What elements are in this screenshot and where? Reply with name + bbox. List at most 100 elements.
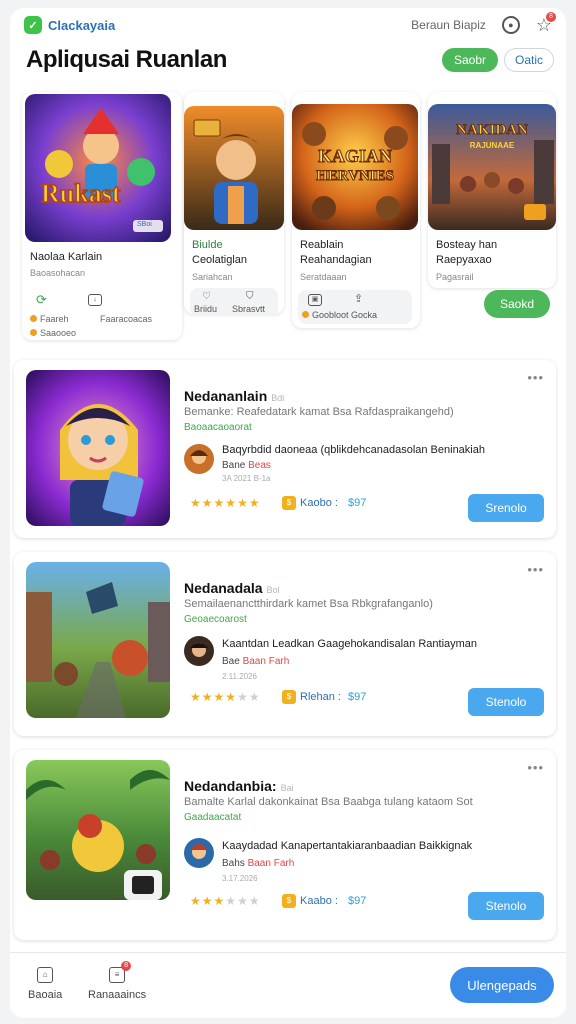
app-card-status-1: Baoaacaoaorat <box>184 422 252 433</box>
featured-card-3[interactable]: KAGIAN HERVNIES Reablain Reahandagian Se… <box>292 92 420 328</box>
top-actions: Beraun Biapiz ● ☆ 8 <box>411 12 556 34</box>
profile-icon[interactable]: ● <box>501 16 520 34</box>
featured-card-4[interactable]: NAKIDAN RAJUNAAE Bosteay han Raepyaxao P… <box>428 92 556 288</box>
brand[interactable]: ✓ Clackayaia <box>24 16 115 34</box>
star-filled-icon: ★ <box>213 496 226 510</box>
star-empty-icon: ★ <box>248 690 261 704</box>
star-filled-icon: ★ <box>201 690 214 704</box>
header-primary-button[interactable]: Saobr <box>442 48 498 72</box>
nav-item-rankings[interactable]: ≡ 8 Ranaaaincs <box>88 961 146 1001</box>
app-card-title-1: Nedananlain Bdi <box>184 388 285 404</box>
more-options-icon[interactable]: ••• <box>527 760 544 775</box>
app-card-3[interactable]: Nedandanbia: Bai ••• Bamalte Karlal dakon… <box>14 750 556 940</box>
notification-badge: 8 <box>546 12 556 22</box>
upload-icon[interactable]: ⇪ <box>354 292 363 305</box>
featured-tags-2: ♡ ⛉ Briidu Sbrasvtt <box>190 288 278 316</box>
more-options-icon[interactable]: ••• <box>527 370 544 385</box>
app-card-title-3: Nedandanbia: Bai <box>184 778 294 794</box>
rating-stars: ★★★★★★ <box>190 690 261 704</box>
rankings-icon: ≡ 8 <box>109 961 132 983</box>
star-filled-icon: ★ <box>248 496 261 510</box>
art-title-line-2: RAJUNAAE <box>470 141 515 150</box>
star-filled-icon: ★ <box>201 496 214 510</box>
app-card-status-3: Gaadaacatat <box>184 812 242 823</box>
app-card-developer-2: Kaantdan Leadkan Gaagehokandisalan Ranti… <box>222 638 478 650</box>
featured-card-2[interactable]: Biulde Ceolatiglan Sariahcan ♡ ⛉ Briidu … <box>184 92 284 316</box>
featured-name-4b: Raepyaxao <box>436 254 492 266</box>
svg-text:Rukast: Rukast <box>41 179 121 208</box>
developer-avatar <box>184 636 214 666</box>
header-secondary-button[interactable]: Oatic <box>504 48 554 72</box>
featured-stat-3: Saaooeo <box>30 328 76 338</box>
star-empty-icon: ★ <box>248 894 261 908</box>
top-bar: ✓ Clackayaia Beraun Biapiz ● ☆ 8 <box>10 8 566 44</box>
refresh-icon[interactable]: ⟳ <box>36 292 47 308</box>
game-art-jungle <box>26 760 170 900</box>
featured-sub-1: Baoasohacan <box>30 268 86 278</box>
app-window: ✓ Clackayaia Beraun Biapiz ● ☆ 8 Apliqusa… <box>10 8 566 1018</box>
bottom-nav: ⌂ Baoaia ≡ 8 Ranaaaincs Ulengepads <box>10 952 566 1018</box>
app-card-title-2: Nedanadala Bol <box>184 580 280 596</box>
price-value: $97 <box>348 497 367 509</box>
app-card-dev-sub-1: Bane Beas <box>222 460 271 471</box>
featured-tags-3: ▣ ⇪ Goobloot Gocka <box>298 290 412 324</box>
featured-name-3: Reablain <box>300 239 344 251</box>
home-icon: ⌂ <box>37 967 54 983</box>
price-tag-icon: $ <box>282 496 296 510</box>
star-filled-icon: ★ <box>225 496 238 510</box>
featured-name-4: Bosteay han <box>436 239 498 251</box>
art-title-line-1: NAKIDAN <box>456 122 528 138</box>
install-button[interactable]: Stenolo <box>468 892 544 920</box>
price-label: Kaabo : <box>300 895 338 907</box>
app-card-date-2: 2.11.2026 <box>222 672 257 681</box>
price-value: $97 <box>348 691 367 703</box>
app-card-desc-2: Semailaenanctthirdark kamet Bsa Rbkgrafa… <box>184 598 433 610</box>
download-icon[interactable]: ↓ <box>88 294 102 306</box>
star-filled-icon: ★ <box>190 496 202 510</box>
star-filled-icon: ★ <box>225 690 238 704</box>
featured-stat-2: Faaracoacas <box>100 314 153 324</box>
featured-card-1[interactable]: Rukast SBoi Naolaa Karlain Baoasohacan ⟳… <box>22 92 182 340</box>
leaf-logo-icon: ✓ <box>24 16 42 34</box>
app-card-image-1 <box>26 370 170 526</box>
developer-avatar <box>184 838 214 868</box>
image-icon[interactable]: ▣ <box>308 294 322 306</box>
app-card-2[interactable]: Nedanadala Bol ••• Semailaenanctthirdark … <box>14 552 556 736</box>
star-filled-icon: ★ <box>190 894 202 908</box>
price-tag-icon: $ <box>282 690 296 704</box>
star-filled-icon: ★ <box>201 894 214 908</box>
featured-sub-2: Sariahcan <box>192 272 233 282</box>
game-art-city-battle: NAKIDAN RAJUNAAE <box>428 104 556 230</box>
nav-item-home[interactable]: ⌂ Baoaia <box>28 967 62 1001</box>
rating-stars: ★★★★★★ <box>190 496 261 510</box>
app-card-desc-3: Bamalte Karlal dakonkainat Bsa Baabga tu… <box>184 796 473 808</box>
heart-icon[interactable]: ♡ <box>202 291 211 302</box>
featured-name-3b: Reahandagian <box>300 254 372 266</box>
developer-avatar <box>184 444 214 474</box>
app-card-1[interactable]: Nedananlain Bdi ••• Bemanke: Reafedatark … <box>14 360 556 538</box>
star-empty-icon: ★ <box>237 894 249 908</box>
star-filled-icon: ★ <box>237 496 249 510</box>
featured-thumbnail-2 <box>184 106 284 230</box>
star-filled-icon: ★ <box>213 894 226 908</box>
install-button[interactable]: Srenolo <box>468 494 544 522</box>
app-card-desc-1: Bemanke: Reafedatark kamat Bsa Rafdaspra… <box>184 406 454 418</box>
featured-name-2b: Ceolatiglan <box>192 254 248 266</box>
top-link[interactable]: Beraun Biapiz <box>411 18 486 32</box>
featured-name-2: Biulde <box>192 239 223 251</box>
favorites-star-icon[interactable]: ☆ 8 <box>536 12 556 34</box>
featured-sub-4: Pagasrail <box>436 272 474 282</box>
install-button[interactable]: Stenolo <box>468 688 544 716</box>
page-title: Apliqusai Ruanlan <box>26 46 227 73</box>
updates-button[interactable]: Ulengepads <box>450 967 554 1003</box>
featured-action-button[interactable]: Saokd <box>484 290 550 318</box>
tag-3: Goobloot Gocka <box>302 310 377 320</box>
more-options-icon[interactable]: ••• <box>527 562 544 577</box>
price-value: $97 <box>348 895 367 907</box>
shield-icon[interactable]: ⛉ <box>246 291 254 302</box>
star-filled-icon: ★ <box>190 690 202 704</box>
featured-stat-1: Faareh <box>30 314 69 324</box>
art-title-line-2: HERVNIES <box>316 168 394 184</box>
tag-2: Sbrasvtt <box>232 304 266 314</box>
app-card-dev-sub-3: Bahs Baan Farh <box>222 858 295 869</box>
